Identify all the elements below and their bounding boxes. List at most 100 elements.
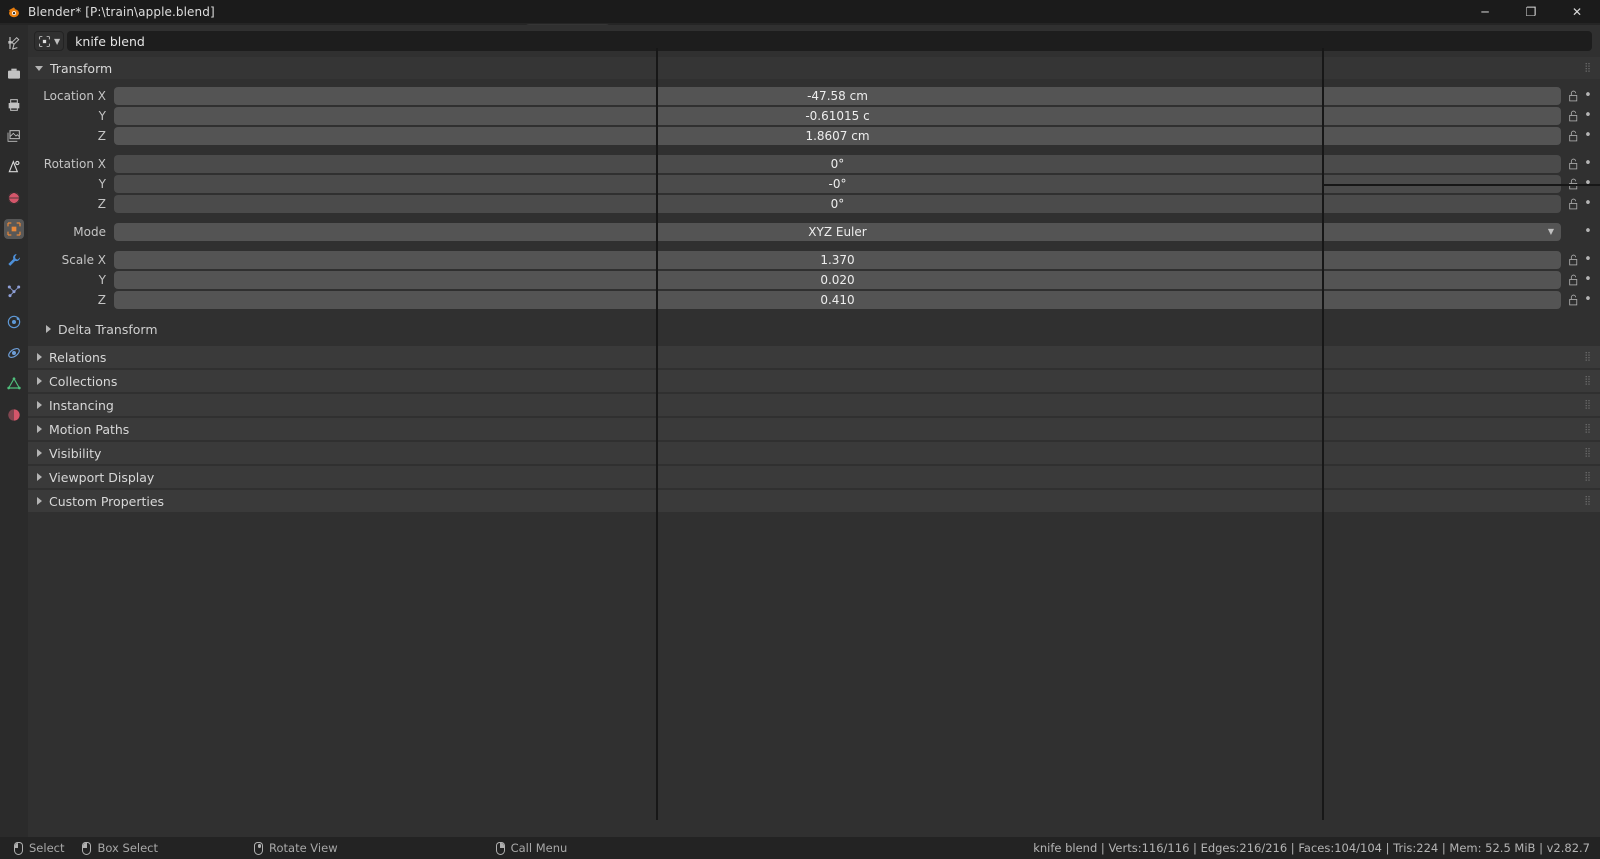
prop-tab-material[interactable] [4,405,24,425]
scale-x-row: Scale X 1.370 • [28,250,1600,269]
triangle-right-icon [37,377,42,385]
panel-drag-dots[interactable]: ⣿ [1584,63,1592,73]
scale-y-field[interactable]: 0.020 [114,270,1561,289]
location-y-lock-button[interactable] [1564,110,1582,122]
prop-tab-data[interactable] [4,374,24,394]
rotation-x-animate-button[interactable]: • [1582,156,1594,171]
panel-drag-dots[interactable]: ⣿ [1584,448,1592,458]
panel-viewport-display-label: Viewport Display [49,469,155,485]
panel-instancing[interactable]: Instancing ⣿ [28,394,1600,416]
status-label-box-select: Box Select [97,841,158,855]
location-x-lock-button[interactable] [1564,90,1582,102]
rotation-z-field[interactable]: 0° [114,194,1561,213]
object-square-icon [7,222,21,236]
panel-drag-dots[interactable]: ⣿ [1584,472,1592,482]
properties-area: ▼ knife blend Transform ⣿ Location X -47… [0,25,1600,859]
scale-y-lock-button[interactable] [1564,274,1582,286]
panel-drag-dots[interactable]: ⣿ [1584,496,1592,506]
scale-x-animate-button[interactable]: • [1582,252,1594,267]
material-sphere-icon [8,409,20,421]
scale-y-row: Y 0.020 • [28,270,1600,289]
rotation-mode-animate-button[interactable]: • [1582,224,1594,239]
rotation-z-lock-button[interactable] [1564,198,1582,210]
panel-custom-properties-label: Custom Properties [49,493,165,509]
location-x-animate-button[interactable]: • [1582,88,1594,103]
location-x-row: Location X -47.58 cm • [28,86,1600,105]
prop-tab-modifier[interactable] [4,250,24,270]
scale-z-lock-button[interactable] [1564,294,1582,306]
scale-x-field[interactable]: 1.370 [114,250,1561,269]
panel-motion-paths-label: Motion Paths [49,421,130,437]
location-y-field[interactable]: -0.61015 c [114,106,1561,125]
rotation-x-row: Rotation X 0° • [28,154,1600,173]
rotation-mode-label: Mode [73,224,106,239]
location-x-label: Location X [43,88,106,103]
rotation-x-lock-button[interactable] [1564,158,1582,170]
panel-drag-dots[interactable]: ⣿ [1584,376,1592,386]
rotation-x-field[interactable]: 0° [114,154,1561,173]
panel-collections[interactable]: Collections ⣿ [28,370,1600,392]
mouse-left-drag-icon [82,841,92,855]
status-label-select: Select [29,841,65,855]
output-printer-icon [8,99,20,111]
prop-tab-scene[interactable] [4,157,24,177]
chevron-down-icon: ▼ [1547,227,1554,236]
scale-x-lock-button[interactable] [1564,254,1582,266]
location-x-field[interactable]: -47.58 cm [114,86,1561,105]
prop-tab-tool[interactable] [4,33,24,53]
scale-y-animate-button[interactable]: • [1582,272,1594,287]
mouse-right-icon [495,841,505,855]
panel-visibility[interactable]: Visibility ⣿ [28,442,1600,464]
divider-uv-viewport[interactable] [656,48,658,820]
divider-outliner-properties[interactable] [1324,184,1600,186]
close-button[interactable]: ✕ [1554,0,1600,23]
location-y-label: Y [98,108,106,123]
delta-transform-subpanel[interactable]: Delta Transform [28,318,1600,340]
rotation-mode-dropdown[interactable]: XYZ Euler ▼ [114,222,1561,241]
panel-collections-label: Collections [49,373,118,389]
prop-tab-output[interactable] [4,95,24,115]
panel-viewport-display[interactable]: Viewport Display ⣿ [28,466,1600,488]
panel-relations[interactable]: Relations ⣿ [28,346,1600,368]
location-z-field[interactable]: 1.8607 cm [114,126,1561,145]
scale-y-label: Y [98,272,106,287]
scale-x-label: Scale X [61,252,106,267]
panel-drag-dots[interactable]: ⣿ [1584,400,1592,410]
scale-z-field[interactable]: 0.410 [114,290,1561,309]
scene-cone-icon [8,160,20,173]
window-title: Blender* [P:\train\apple.blend] [28,4,215,19]
prop-tab-particles[interactable] [4,281,24,301]
triangle-down-icon [35,65,43,71]
panel-drag-dots[interactable]: ⣿ [1584,352,1592,362]
triangle-right-icon [37,449,42,457]
prop-tab-constraints[interactable] [4,343,24,363]
mouse-middle-icon [254,841,263,855]
panel-motion-paths[interactable]: Motion Paths ⣿ [28,418,1600,440]
object-data-icon [39,35,50,47]
properties-body[interactable]: ▼ knife blend Transform ⣿ Location X -47… [28,25,1600,859]
panel-visibility-label: Visibility [49,445,102,461]
panel-drag-dots[interactable]: ⣿ [1584,424,1592,434]
prop-tab-view-layer[interactable] [4,126,24,146]
prop-tab-physics[interactable] [4,312,24,332]
location-z-animate-button[interactable]: • [1582,128,1594,143]
status-key-box-select: Box Select [82,841,158,855]
prop-tab-render[interactable] [4,64,24,84]
prop-tab-world[interactable] [4,188,24,208]
modifier-wrench-icon [8,254,21,266]
divider-viewport-right[interactable] [1322,48,1324,820]
scale-z-animate-button[interactable]: • [1582,292,1594,307]
rotation-z-animate-button[interactable]: • [1582,196,1594,211]
transform-panel-header[interactable]: Transform ⣿ [28,57,1600,79]
location-z-lock-button[interactable] [1564,130,1582,142]
scale-z-label: Z [97,292,106,307]
prop-tab-object[interactable] [4,219,24,239]
location-y-animate-button[interactable]: • [1582,108,1594,123]
panel-instancing-label: Instancing [49,397,114,413]
object-name-input[interactable]: knife blend [67,31,1592,51]
object-datablock-button[interactable]: ▼ [34,31,65,51]
panel-custom-properties[interactable]: Custom Properties ⣿ [28,490,1600,512]
maximize-button[interactable]: ❐ [1508,0,1554,23]
minimize-button[interactable]: ─ [1462,0,1508,23]
rotation-mode-value: XYZ Euler [808,224,867,239]
